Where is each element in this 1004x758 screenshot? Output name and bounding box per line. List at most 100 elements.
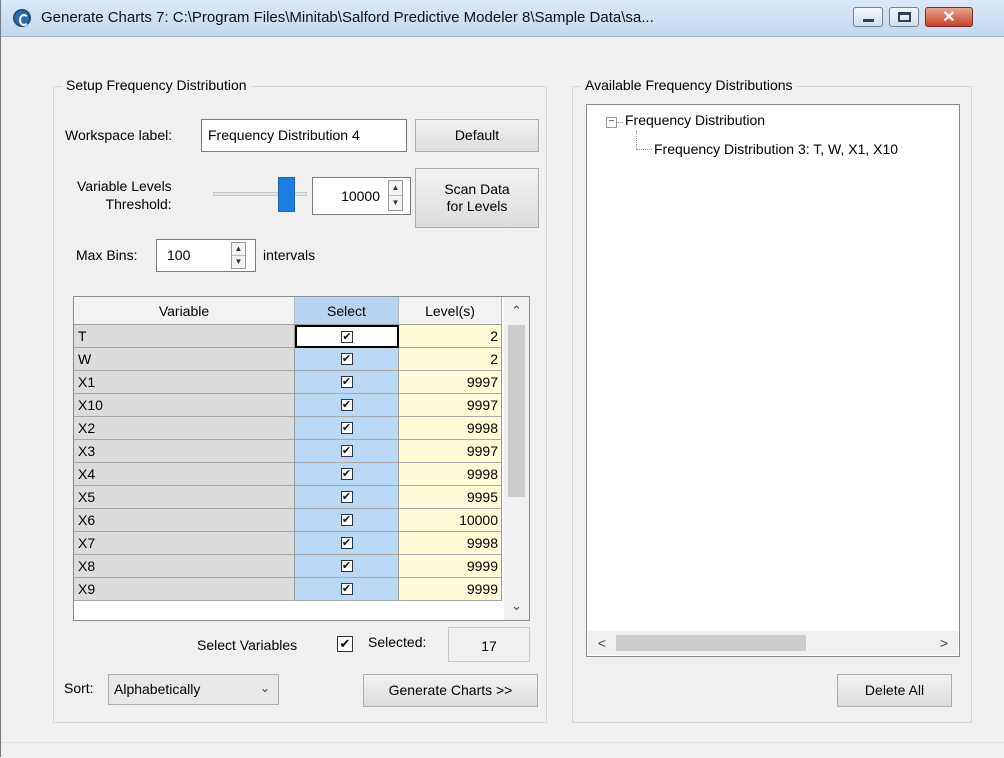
select-checkbox[interactable]: ✔	[340, 560, 353, 572]
grid-scroll-thumb[interactable]	[508, 325, 525, 497]
levels-cell: 9997	[399, 440, 502, 463]
select-cell[interactable]: ✔	[295, 463, 399, 486]
spin-up-icon[interactable]: ▲	[389, 181, 402, 196]
select-checkbox[interactable]: ✔	[340, 422, 353, 434]
close-icon: ✕	[942, 9, 956, 26]
workspace-label: Workspace label:	[65, 127, 173, 143]
table-row[interactable]: X5 ✔ 9995	[74, 486, 502, 509]
maximize-button[interactable]	[889, 7, 919, 27]
select-cell[interactable]: ✔	[295, 509, 399, 532]
select-cell[interactable]: ✔	[295, 348, 399, 371]
variables-grid[interactable]: Variable Select Level(s) T ✔ 2 W ✔ 2 X1 ✔ 9997 X1…	[73, 296, 530, 621]
variable-cell[interactable]: X2	[74, 417, 295, 440]
spin-down-icon[interactable]: ▼	[389, 196, 402, 211]
variable-cell[interactable]: X1	[74, 371, 295, 394]
select-cell[interactable]: ✔	[295, 394, 399, 417]
tree-child-node[interactable]: Frequency Distribution 3: T, W, X1, X10	[654, 141, 898, 157]
scan-data-button[interactable]: Scan Data for Levels	[415, 168, 539, 228]
distributions-tree[interactable]: − Frequency Distribution Frequency Distr…	[586, 104, 960, 657]
select-checkbox[interactable]: ✔	[340, 583, 353, 595]
select-checkbox[interactable]: ✔	[341, 330, 353, 343]
table-row[interactable]: X3 ✔ 9997	[74, 440, 502, 463]
max-bins-spinner[interactable]: ▲ ▼	[231, 242, 246, 269]
sort-dropdown[interactable]: Alphabetically ⌄	[108, 674, 279, 705]
table-row[interactable]: X9 ✔ 9999	[74, 578, 502, 601]
table-row[interactable]: X2 ✔ 9998	[74, 417, 502, 440]
scroll-up-icon[interactable]: ⌃	[504, 299, 529, 323]
sort-label: Sort:	[64, 680, 94, 696]
select-checkbox[interactable]: ✔	[340, 445, 353, 457]
variable-cell[interactable]: X5	[74, 486, 295, 509]
threshold-label-line1: Variable Levels	[77, 178, 172, 194]
table-row[interactable]: W ✔ 2	[74, 348, 502, 371]
select-checkbox[interactable]: ✔	[340, 468, 353, 480]
select-checkbox[interactable]: ✔	[340, 399, 353, 411]
levels-cell: 9997	[399, 371, 502, 394]
select-cell[interactable]: ✔	[295, 555, 399, 578]
levels-cell: 2	[399, 325, 502, 348]
intervals-label: intervals	[263, 247, 316, 263]
select-checkbox[interactable]: ✔	[340, 353, 353, 365]
scroll-left-icon[interactable]: <	[590, 631, 614, 655]
table-row[interactable]: X8 ✔ 9999	[74, 555, 502, 578]
table-row[interactable]: X4 ✔ 9998	[74, 463, 502, 486]
column-header-variable[interactable]: Variable	[74, 297, 295, 325]
select-cell[interactable]: ✔	[295, 325, 399, 348]
scan-data-button-line2: for Levels	[446, 198, 508, 214]
table-row[interactable]: X6 ✔ 10000	[74, 509, 502, 532]
variable-cell[interactable]: X4	[74, 463, 295, 486]
variable-cell[interactable]: X9	[74, 578, 295, 601]
workspace-input[interactable]: Frequency Distribution 4	[201, 119, 407, 152]
levels-cell: 9998	[399, 532, 502, 555]
levels-cell: 9995	[399, 486, 502, 509]
select-cell[interactable]: ✔	[295, 532, 399, 555]
tree-collapse-icon[interactable]: −	[606, 117, 617, 128]
grid-rows: T ✔ 2 W ✔ 2 X1 ✔ 9997 X10 ✔ 9997 X2 ✔ 9998 X3 ✔ 9997 X4 ✔ 99…	[74, 325, 502, 601]
title-bar[interactable]: Generate Charts 7: C:\Program Files\Mini…	[1, 0, 1004, 37]
app-logo-icon	[13, 9, 31, 27]
spin-up-icon[interactable]: ▲	[232, 243, 245, 256]
default-button[interactable]: Default	[415, 119, 539, 152]
select-cell[interactable]: ✔	[295, 440, 399, 463]
max-bins-label: Max Bins:	[76, 247, 138, 263]
close-button[interactable]: ✕	[925, 7, 973, 27]
select-checkbox[interactable]: ✔	[340, 491, 353, 503]
column-header-levels[interactable]: Level(s)	[399, 297, 502, 325]
scroll-right-icon[interactable]: >	[932, 631, 956, 655]
tree-horizontal-scrollbar[interactable]: < >	[588, 631, 958, 655]
table-row[interactable]: X7 ✔ 9998	[74, 532, 502, 555]
variable-cell[interactable]: X8	[74, 555, 295, 578]
window-title: Generate Charts 7: C:\Program Files\Mini…	[41, 9, 654, 26]
tree-scroll-thumb[interactable]	[616, 635, 806, 651]
table-row[interactable]: T ✔ 2	[74, 325, 502, 348]
levels-cell: 9999	[399, 578, 502, 601]
table-row[interactable]: X1 ✔ 9997	[74, 371, 502, 394]
minimize-button[interactable]	[853, 7, 883, 27]
variable-cell[interactable]: X6	[74, 509, 295, 532]
select-cell[interactable]: ✔	[295, 371, 399, 394]
spin-down-icon[interactable]: ▼	[232, 256, 245, 269]
grid-vertical-scrollbar[interactable]: ⌃ ⌄	[504, 297, 529, 620]
select-variables-checkbox[interactable]: ✔	[337, 636, 353, 652]
select-checkbox[interactable]: ✔	[340, 537, 353, 549]
select-cell[interactable]: ✔	[295, 578, 399, 601]
select-cell[interactable]: ✔	[295, 486, 399, 509]
select-checkbox[interactable]: ✔	[340, 514, 353, 526]
threshold-spinner[interactable]: ▲ ▼	[388, 180, 403, 211]
generate-charts-button[interactable]: Generate Charts >>	[363, 674, 538, 707]
select-checkbox[interactable]: ✔	[340, 376, 353, 388]
tree-connector	[636, 149, 652, 150]
levels-cell: 9997	[399, 394, 502, 417]
delete-all-button[interactable]: Delete All	[837, 674, 952, 707]
variable-cell[interactable]: X7	[74, 532, 295, 555]
column-header-select[interactable]: Select	[295, 297, 399, 325]
variable-cell[interactable]: X3	[74, 440, 295, 463]
variable-cell[interactable]: W	[74, 348, 295, 371]
variable-cell[interactable]: X10	[74, 394, 295, 417]
threshold-slider-thumb[interactable]	[278, 177, 296, 212]
table-row[interactable]: X10 ✔ 9997	[74, 394, 502, 417]
scroll-down-icon[interactable]: ⌄	[504, 594, 529, 618]
variable-cell[interactable]: T	[74, 325, 295, 348]
select-cell[interactable]: ✔	[295, 417, 399, 440]
tree-root-node[interactable]: Frequency Distribution	[625, 112, 765, 128]
